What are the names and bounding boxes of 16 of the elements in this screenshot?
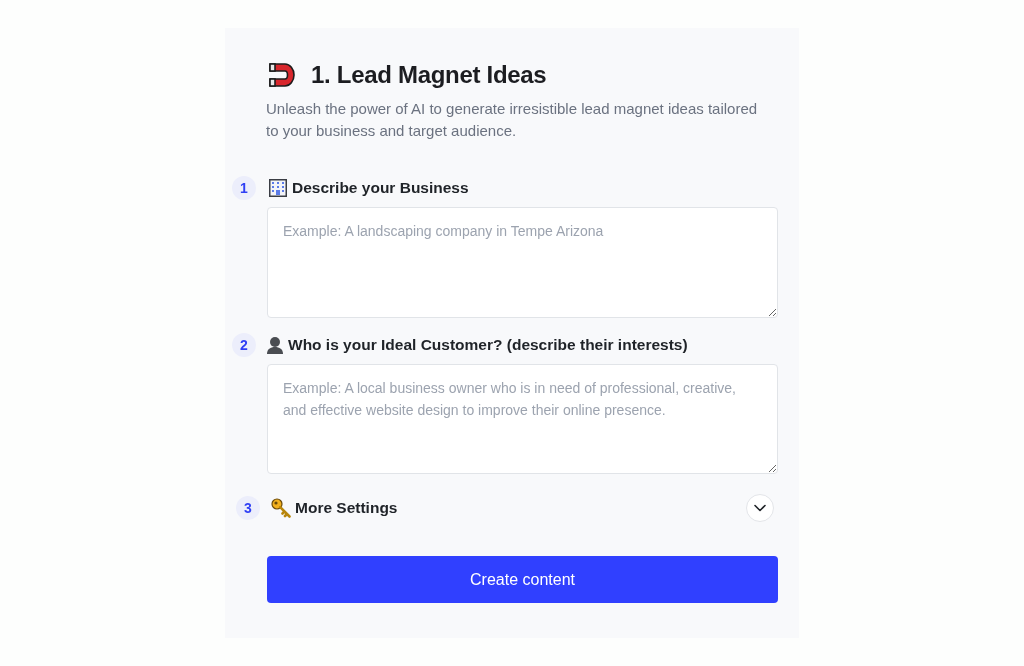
field-label: Describe your Business: [292, 178, 469, 199]
key-icon: [271, 498, 291, 518]
field-label: Who is your Ideal Customer? (describe their interests): [288, 335, 688, 356]
section-label: More Settings: [295, 498, 398, 519]
step-number: 2: [232, 333, 256, 357]
text-area-field[interactable]: Example: A local business owner who is in need of professional, creative, and effective website design to improve their online presence.: [267, 364, 778, 474]
person-silhouette-icon: [267, 336, 283, 354]
page-title: 1. Lead Magnet Ideas: [311, 60, 547, 90]
step-number: 1: [232, 176, 256, 200]
create-content-button[interactable]: Create content: [267, 556, 778, 603]
expand-toggle-button[interactable]: [746, 494, 774, 522]
building-icon: [269, 179, 287, 197]
chevron-icon: [754, 504, 766, 512]
step-number: 3: [236, 496, 260, 520]
text-area-field[interactable]: Example: A landscaping company in Tempe Arizona: [267, 207, 778, 318]
description-text: Unleash the power of AI to generate irresistible lead magnet ideas tailored to your business and target audience.: [266, 99, 759, 141]
